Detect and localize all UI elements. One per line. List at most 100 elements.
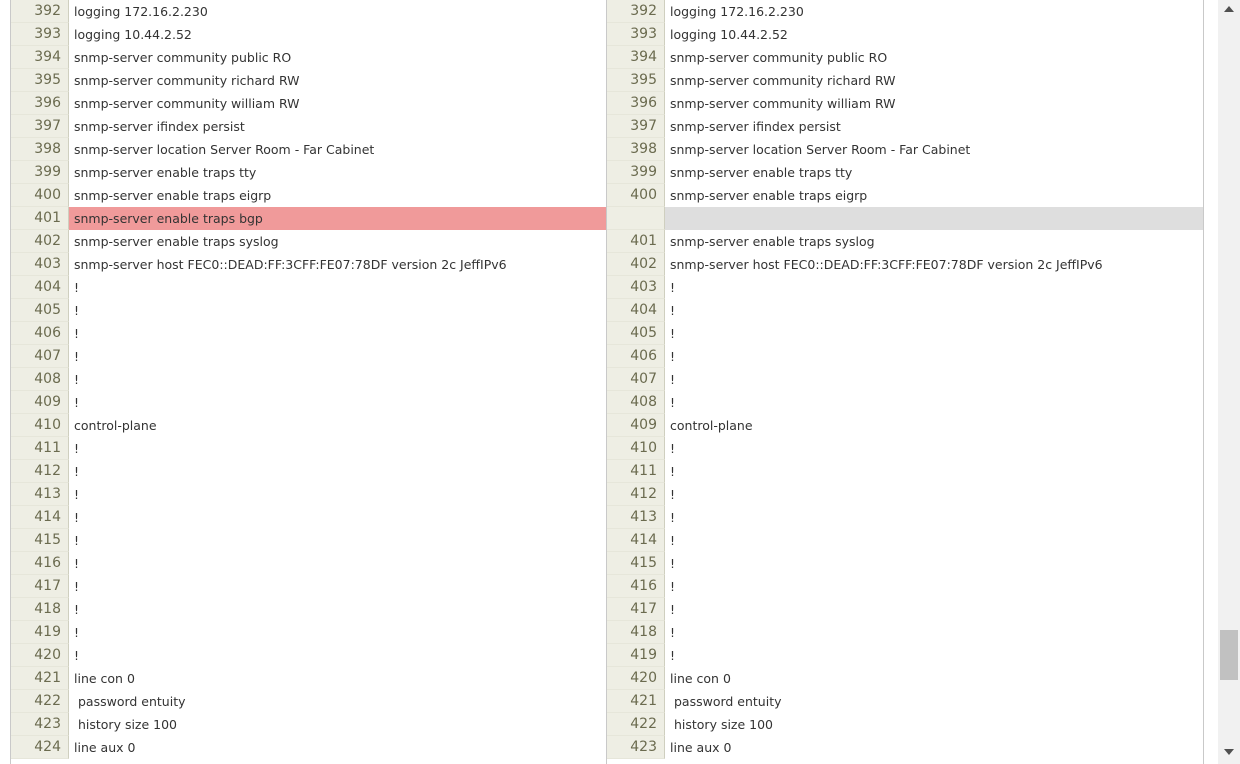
line-content: snmp-server enable traps eigrp (74, 188, 272, 203)
original-line: 415! (11, 529, 607, 552)
original-line: 419! (11, 621, 607, 644)
line-content: ! (74, 303, 80, 318)
line-content: ! (670, 579, 676, 594)
line-content: snmp-server location Server Room - Far C… (74, 142, 375, 157)
line-content: ! (670, 303, 676, 318)
modified-line: 404! (607, 299, 1203, 322)
scrollbar-thumb[interactable] (1220, 630, 1238, 680)
modified-line: 408! (607, 391, 1203, 414)
modified-line: 420 line con 0 (607, 667, 1203, 690)
line-content: logging 10.44.2.52 (670, 27, 788, 42)
line-number: 397 (11, 115, 69, 138)
line-number: 421 (607, 690, 665, 713)
line-number: 415 (607, 552, 665, 575)
original-line: 412! (11, 460, 607, 483)
modified-line: 403! (607, 276, 1203, 299)
line-number: 395 (11, 69, 69, 92)
original-line: 418! (11, 598, 607, 621)
line-number: 419 (607, 644, 665, 667)
original-line: 417! (11, 575, 607, 598)
line-content: password entuity (74, 694, 186, 709)
scroll-down-arrow-icon[interactable] (1224, 749, 1234, 755)
line-content: logging 10.44.2.52 (74, 27, 192, 42)
line-content: control-plane (74, 418, 157, 433)
line-number: 408 (11, 368, 69, 391)
scroll-up-arrow-icon[interactable] (1224, 6, 1234, 12)
modified-line: 415! (607, 552, 1203, 575)
modified-file-pane[interactable]: 392 logging 172.16.2.230 393 logging 10.44.… (606, 0, 1204, 764)
modified-file-lines: 392 logging 172.16.2.230 393 logging 10.44.… (607, 0, 1203, 759)
original-file-pane[interactable]: 392 logging 172.16.2.230 393 logging 10.44.… (10, 0, 607, 764)
line-number: 416 (607, 575, 665, 598)
modified-line: 416! (607, 575, 1203, 598)
modified-line: 395 snmp-server community richard RW (607, 69, 1203, 92)
line-number: 396 (11, 92, 69, 115)
line-number: 417 (607, 598, 665, 621)
line-content: ! (74, 487, 80, 502)
original-line: 392 logging 172.16.2.230 (11, 0, 607, 23)
line-content: ! (74, 510, 80, 525)
modified-line: 419! (607, 644, 1203, 667)
line-number: 411 (607, 460, 665, 483)
original-line: 407! (11, 345, 607, 368)
outer-margin (0, 0, 10, 764)
line-content: snmp-server ifindex persist (670, 119, 841, 134)
original-removed-line: 401 snmp-server enable traps bgp (11, 207, 607, 230)
line-number: 414 (607, 529, 665, 552)
modified-line: 402 snmp-server host FEC0::DEAD:FF:3CFF:F… (607, 253, 1203, 276)
line-content: password entuity (670, 694, 782, 709)
line-number: 407 (11, 345, 69, 368)
original-line: 423 history size 100 (11, 713, 607, 736)
line-content: snmp-server community public RO (670, 50, 888, 65)
original-line: 403 snmp-server host FEC0::DEAD:FF:3CFF:F… (11, 253, 607, 276)
modified-line: 397 snmp-server ifindex persist (607, 115, 1203, 138)
original-line: 410 control-plane (11, 414, 607, 437)
line-content: logging 172.16.2.230 (74, 4, 208, 19)
modified-line: 405! (607, 322, 1203, 345)
original-line: 400 snmp-server enable traps eigrp (11, 184, 607, 207)
line-number: 417 (11, 575, 69, 598)
line-content: snmp-server enable traps syslog (74, 234, 279, 249)
line-number: 403 (607, 276, 665, 299)
line-number: 420 (11, 644, 69, 667)
modified-line: 407! (607, 368, 1203, 391)
line-content (665, 207, 1203, 230)
line-content: history size 100 (670, 717, 774, 732)
line-content: snmp-server enable traps tty (670, 165, 853, 180)
line-content: snmp-server ifindex persist (74, 119, 245, 134)
original-line: 397 snmp-server ifindex persist (11, 115, 607, 138)
modified-line: 399 snmp-server enable traps tty (607, 161, 1203, 184)
line-number: 396 (607, 92, 665, 115)
line-content: ! (670, 510, 676, 525)
line-content: ! (74, 349, 80, 364)
modified-line: 423 line aux 0 (607, 736, 1203, 759)
line-number: 421 (11, 667, 69, 690)
line-number: 408 (607, 391, 665, 414)
line-content: ! (670, 464, 676, 479)
line-number: 419 (11, 621, 69, 644)
line-content: snmp-server enable traps eigrp (670, 188, 868, 203)
line-number: 415 (11, 529, 69, 552)
line-content: ! (74, 556, 80, 571)
line-number: 411 (11, 437, 69, 460)
original-line: 422 password entuity (11, 690, 607, 713)
line-number: 412 (607, 483, 665, 506)
line-number: 401 (11, 207, 69, 230)
line-number: 422 (11, 690, 69, 713)
line-number: 422 (607, 713, 665, 736)
line-number: 420 (607, 667, 665, 690)
modified-line: 400 snmp-server enable traps eigrp (607, 184, 1203, 207)
line-content: line con 0 (670, 671, 731, 686)
original-line: 393 logging 10.44.2.52 (11, 23, 607, 46)
original-line: 404! (11, 276, 607, 299)
line-content: ! (670, 533, 676, 548)
modified-line: 393 logging 10.44.2.52 (607, 23, 1203, 46)
diff-viewer: 392 logging 172.16.2.230 393 logging 10.44.… (0, 0, 1240, 764)
line-number: 413 (607, 506, 665, 529)
line-number: 418 (607, 621, 665, 644)
original-line: 409! (11, 391, 607, 414)
modified-line: 396 snmp-server community william RW (607, 92, 1203, 115)
line-number: 400 (607, 184, 665, 207)
line-content: ! (74, 602, 80, 617)
line-content: line aux 0 (670, 740, 732, 755)
